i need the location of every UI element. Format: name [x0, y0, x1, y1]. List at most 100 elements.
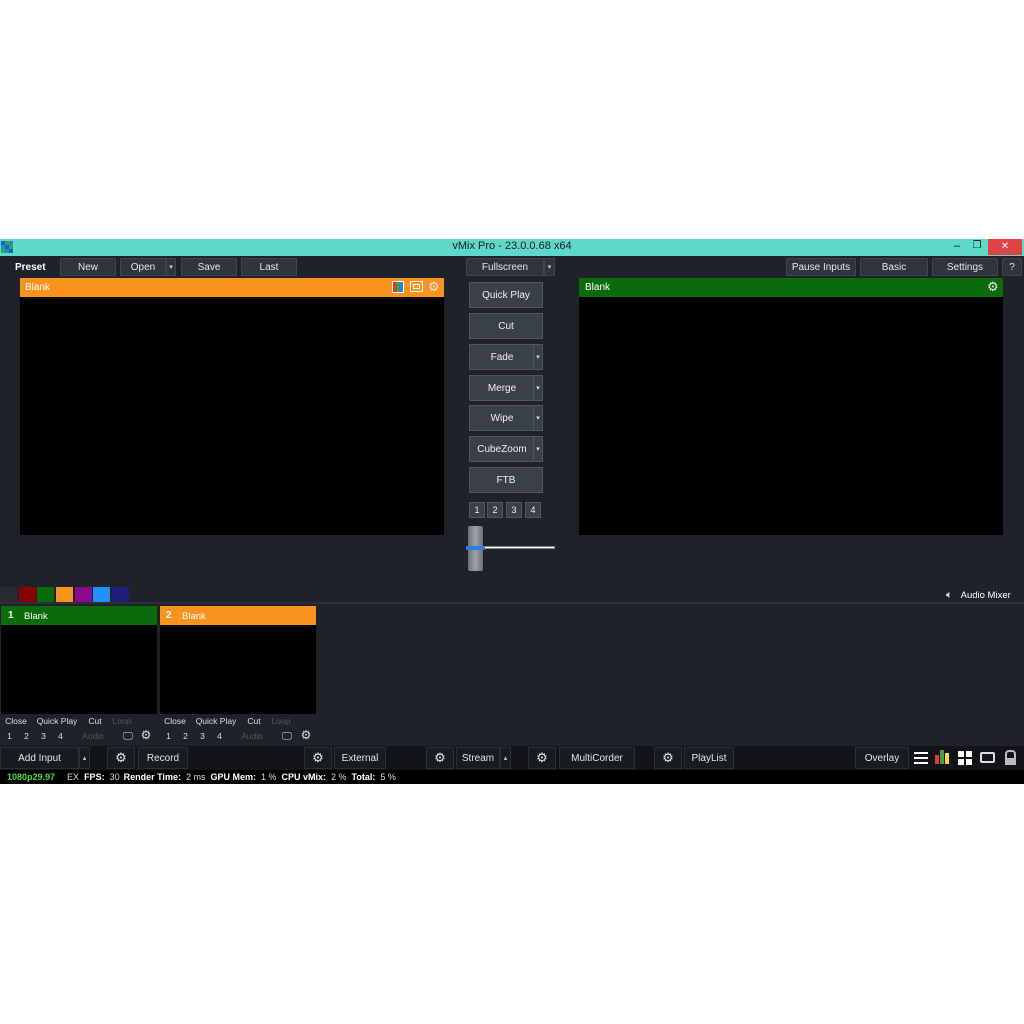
input-2-quick-play-button[interactable]: Quick Play	[192, 714, 240, 728]
lock-icon[interactable]	[1005, 750, 1016, 765]
video-format-label[interactable]: 1080p29.97	[7, 772, 55, 782]
input-1-cut-button[interactable]: Cut	[83, 714, 107, 728]
input-1-gear-icon[interactable]: ⚙	[139, 728, 153, 742]
input-1-overlay-4-button[interactable]: 4	[52, 729, 69, 743]
ftb-button[interactable]: FTB	[469, 467, 543, 493]
output-settings-gear-icon[interactable]: ⚙	[987, 280, 999, 293]
playlist-settings-gear-icon[interactable]: ⚙	[654, 747, 682, 769]
input-2-overlay-2-button[interactable]: 2	[177, 729, 194, 743]
audio-meter-icon[interactable]	[935, 750, 951, 764]
add-input-button[interactable]: Add Input	[0, 747, 79, 769]
speaker-icon: 🔈︎	[946, 588, 953, 601]
cubezoom-dropdown-icon[interactable]: ▾	[533, 436, 543, 462]
stream-button[interactable]: Stream	[456, 747, 500, 769]
gpu-mem-label: GPU Mem:	[210, 772, 256, 782]
preview-title: Blank	[25, 282, 51, 293]
color-tag-green[interactable]	[37, 587, 54, 602]
transition-2-button[interactable]: 2	[487, 502, 503, 518]
wipe-button[interactable]: Wipe	[469, 405, 535, 431]
colour-bars-icon[interactable]	[392, 281, 404, 293]
close-button[interactable]: ✕	[988, 239, 1022, 255]
new-button[interactable]: New	[60, 258, 116, 276]
multiview-grid-icon[interactable]	[958, 751, 972, 765]
settings-button[interactable]: Settings	[932, 258, 998, 276]
fps-label: FPS:	[84, 772, 105, 782]
merge-button[interactable]: Merge	[469, 375, 535, 401]
basic-button[interactable]: Basic	[860, 258, 928, 276]
save-button[interactable]: Save	[181, 258, 237, 276]
color-tag-red[interactable]	[19, 587, 36, 602]
color-tag-navy[interactable]	[112, 587, 129, 602]
cubezoom-button[interactable]: CubeZoom	[469, 436, 535, 462]
quick-play-button[interactable]: Quick Play	[469, 282, 543, 308]
cut-button[interactable]: Cut	[469, 313, 543, 339]
input-2-audio-button[interactable]: Audio	[231, 729, 273, 743]
input-2-overlay-3-button[interactable]: 3	[194, 729, 211, 743]
stream-dropdown-icon[interactable]: ▴	[500, 747, 511, 769]
multicorder-button[interactable]: MultiCorder	[559, 747, 635, 769]
merge-dropdown-icon[interactable]: ▾	[533, 375, 543, 401]
fullscreen-button[interactable]: Fullscreen	[466, 258, 544, 276]
input-1-thumbnail[interactable]	[1, 625, 157, 714]
transition-3-button[interactable]: 3	[506, 502, 522, 518]
preview-header	[20, 278, 444, 297]
wipe-dropdown-icon[interactable]: ▾	[533, 405, 543, 431]
stream-settings-gear-icon[interactable]: ⚙	[426, 747, 454, 769]
menu-list-icon[interactable]	[914, 752, 928, 764]
input-1-overlay-3-button[interactable]: 3	[35, 729, 52, 743]
help-button[interactable]: ?	[1002, 258, 1022, 276]
audio-mixer-button[interactable]: 🔈︎ Audio Mixer	[944, 587, 1024, 603]
ex-label: EX	[67, 772, 80, 782]
record-button[interactable]: Record	[138, 747, 188, 769]
input-1-audio-button[interactable]: Audio	[72, 729, 114, 743]
input-2-cut-button[interactable]: Cut	[242, 714, 266, 728]
open-button[interactable]: Open	[120, 258, 166, 276]
input-2-close-button[interactable]: Close	[160, 714, 190, 728]
render-time-value: 2 ms	[185, 772, 206, 782]
input-2-number: 2	[166, 610, 172, 621]
overlay-button[interactable]: Overlay	[855, 747, 909, 769]
minimize-button[interactable]: –	[948, 240, 966, 255]
preset-label[interactable]: Preset	[15, 262, 46, 273]
multicorder-settings-gear-icon[interactable]: ⚙	[528, 747, 556, 769]
restore-button[interactable]: ❐	[968, 240, 986, 255]
gpu-mem-value: 1 %	[260, 772, 277, 782]
snapshot-camera-icon[interactable]	[980, 752, 995, 763]
fullscreen-dropdown-icon[interactable]: ▾	[544, 258, 555, 276]
output-screen[interactable]	[579, 297, 1003, 535]
preview-settings-gear-icon[interactable]: ⚙	[428, 280, 440, 293]
input-1-overlay-1-button[interactable]: 1	[1, 729, 18, 743]
output-header	[579, 278, 1003, 297]
add-input-dropdown-icon[interactable]: ▴	[79, 747, 90, 769]
input-1-close-button[interactable]: Close	[1, 714, 31, 728]
transition-4-button[interactable]: 4	[525, 502, 541, 518]
record-settings-gear-icon[interactable]: ⚙	[107, 747, 135, 769]
fade-button[interactable]: Fade	[469, 344, 535, 370]
input-1-overlay-2-button[interactable]: 2	[18, 729, 35, 743]
color-tag-orange[interactable]	[56, 587, 73, 602]
input-2-gear-icon[interactable]: ⚙	[299, 728, 313, 742]
external-button[interactable]: External	[334, 747, 386, 769]
input-2-monitor-icon[interactable]: 🖵︎	[280, 729, 294, 743]
playlist-button[interactable]: PlayList	[684, 747, 734, 769]
safe-area-icon[interactable]	[410, 281, 423, 292]
preview-screen[interactable]	[20, 297, 444, 535]
input-2-loop-button[interactable]: Loop	[268, 714, 294, 728]
last-button[interactable]: Last	[241, 258, 297, 276]
external-settings-gear-icon[interactable]: ⚙	[304, 747, 332, 769]
fps-value: 30	[109, 772, 120, 782]
input-2-overlay-4-button[interactable]: 4	[211, 729, 228, 743]
transition-1-button[interactable]: 1	[469, 502, 485, 518]
color-tag-blue[interactable]	[93, 587, 110, 602]
fade-dropdown-icon[interactable]: ▾	[533, 344, 543, 370]
input-1-loop-button[interactable]: Loop	[109, 714, 135, 728]
input-2-overlay-1-button[interactable]: 1	[160, 729, 177, 743]
color-tag-purple[interactable]	[75, 587, 92, 602]
open-dropdown-icon[interactable]: ▾	[166, 258, 176, 276]
input-2-thumbnail[interactable]	[160, 625, 316, 714]
pause-inputs-button[interactable]: Pause Inputs	[786, 258, 856, 276]
input-1-quick-play-button[interactable]: Quick Play	[33, 714, 81, 728]
input-1-monitor-icon[interactable]: 🖵︎	[121, 729, 135, 743]
total-value: 5 %	[380, 772, 396, 782]
color-tag-none[interactable]	[0, 587, 17, 602]
